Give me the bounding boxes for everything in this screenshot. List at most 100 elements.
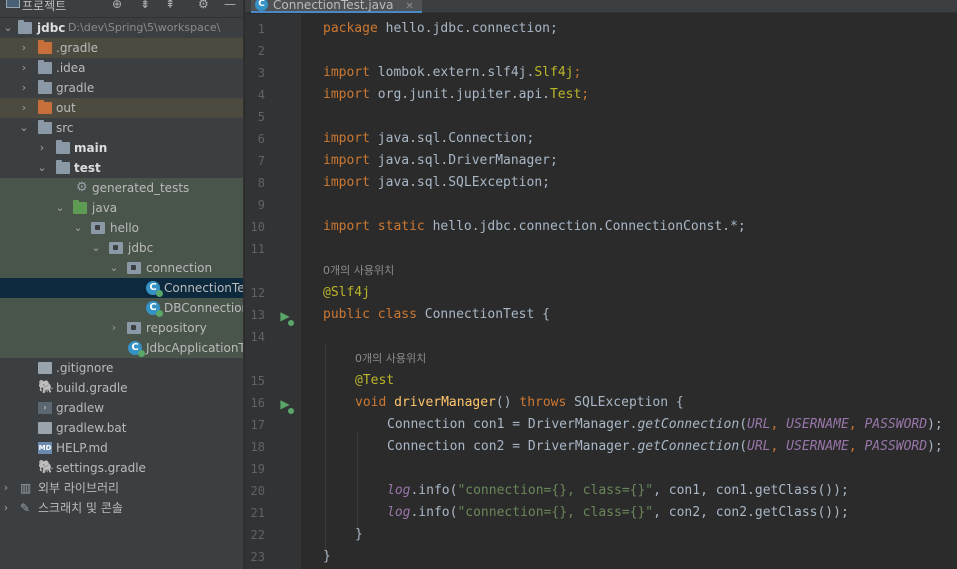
tree-item-help-md[interactable]: MD HELP.md (0, 438, 243, 458)
usage-hint[interactable]: 0개의 사용위치 (323, 260, 394, 282)
batch-file-icon (38, 422, 52, 434)
chevron-right-icon[interactable]: › (108, 318, 120, 338)
chevron-down-icon[interactable]: ⌄ (54, 198, 66, 218)
tree-label: repository (146, 321, 207, 335)
tree-item-gitignore[interactable]: .gitignore (0, 358, 243, 378)
editor-gutter[interactable]: 1 2 3 4 5 6 7 8 9 10 11 12 13 14 15 16 1… (245, 14, 321, 569)
tree-item-java[interactable]: ⌄ java (0, 198, 243, 218)
gradle-elephant-icon: 🐘 (38, 380, 55, 395)
tree-item-src[interactable]: ⌄ src (0, 118, 243, 138)
collapse-icon[interactable]: ⇞ (165, 0, 175, 10)
semicolon: ; (581, 87, 590, 102)
tree-item-jdbc-application-test[interactable]: C JdbcApplicationTe (0, 338, 243, 358)
tree-item-gradlew-bat[interactable]: gradlew.bat (0, 418, 243, 438)
run-test-icon[interactable]: ▶ (278, 397, 294, 414)
tree-item-repository[interactable]: › repository (0, 318, 243, 338)
line-number: 8 (257, 176, 265, 190)
chevron-down-icon[interactable]: ⌄ (72, 218, 84, 238)
closing-brace: } (323, 549, 331, 564)
java-class-icon: C (128, 341, 145, 357)
tree-item-connection-test[interactable]: C ConnectionTes (0, 278, 243, 298)
project-panel: 프로젝트 ⊕ ⇟ ⇞ ⚙ — ⌄ jdbc D:\dev\Spring\5\wo… (0, 0, 244, 569)
tree-item-connection-package[interactable]: ⌄ connection (0, 258, 243, 278)
chevron-right-icon[interactable]: › (18, 38, 30, 58)
java-class-icon: C (146, 301, 163, 317)
tree-item-hello[interactable]: ⌄ hello (0, 218, 243, 238)
chevron-right-icon[interactable]: › (18, 58, 30, 78)
code-line-16: void driverManager() throws SQLException… (355, 392, 684, 414)
constant: PASSWORD (864, 417, 928, 432)
tree-label: settings.gradle (56, 461, 146, 475)
chevron-down-icon[interactable]: ⌄ (18, 118, 30, 138)
minimize-icon[interactable]: — (224, 0, 236, 10)
code-text: java.sql.Connection; (369, 131, 535, 146)
ignore-file-icon (38, 362, 52, 374)
tree-item-jdbc-root[interactable]: ⌄ jdbc D:\dev\Spring\5\workspace\ (0, 18, 243, 38)
excluded-folder-icon (38, 40, 52, 54)
tree-label: main (74, 141, 108, 155)
chevron-right-icon[interactable]: › (18, 98, 30, 118)
tree-item-idea[interactable]: › .idea (0, 58, 243, 78)
tree-item-main[interactable]: › main (0, 138, 243, 158)
chevron-down-icon[interactable]: ⌄ (2, 18, 14, 38)
code-text: () (495, 395, 512, 410)
tree-item-test[interactable]: ⌄ test (0, 158, 243, 178)
static-method: getConnection (637, 417, 740, 432)
code-line-4: import org.junit.jupiter.api.Test; (323, 84, 589, 106)
keyword: throws (511, 395, 567, 410)
locate-icon[interactable]: ⊕ (112, 0, 122, 10)
tree-item-gradle[interactable]: › gradle (0, 78, 243, 98)
project-tree: ⌄ jdbc D:\dev\Spring\5\workspace\ › .gra… (0, 18, 243, 518)
package-icon (109, 242, 123, 254)
code-text: java.sql.DriverManager; (369, 153, 558, 168)
line-number: 10 (250, 220, 265, 234)
keyword: static (369, 219, 425, 234)
code-text: ConnectionTest { (416, 307, 550, 322)
chevron-down-icon[interactable]: ⌄ (90, 238, 102, 258)
line-number: 6 (257, 132, 265, 146)
annotation: @Test (355, 373, 395, 388)
gradle-elephant-icon: 🐘 (38, 460, 55, 475)
tree-item-gradlew[interactable]: › gradlew (0, 398, 243, 418)
tab-connection-test[interactable]: C ConnectionTest.java ✕ (251, 0, 422, 13)
gear-icon[interactable]: ⚙ (198, 0, 209, 10)
tree-label: build.gradle (56, 381, 128, 395)
code-text: lombok.extern.slf4j. (369, 65, 535, 80)
chevron-right-icon[interactable]: › (0, 478, 12, 498)
tree-item-generated-tests[interactable]: ⚙ generated_tests (0, 178, 243, 198)
tree-item-settings-gradle[interactable]: 🐘 settings.gradle (0, 458, 243, 478)
chevron-down-icon[interactable]: ⌄ (36, 158, 48, 178)
code-text: ( (739, 439, 748, 454)
expand-icon[interactable]: ⇟ (140, 0, 150, 10)
project-panel-title[interactable]: 프로젝트 (22, 0, 66, 12)
tree-item-out[interactable]: › out (0, 98, 243, 118)
tree-item-db-connection[interactable]: C DBConnection (0, 298, 243, 318)
code-line-12: @Slf4j (323, 282, 370, 304)
tree-label: test (74, 161, 101, 175)
comma: , (848, 417, 865, 432)
tree-label: gradlew.bat (56, 421, 127, 435)
tree-item-build-gradle[interactable]: 🐘 build.gradle (0, 378, 243, 398)
code-line-23: } (323, 546, 331, 568)
usage-hint[interactable]: 0개의 사용위치 (355, 348, 426, 370)
code-line-22: } (355, 524, 363, 546)
chevron-right-icon[interactable]: › (18, 78, 30, 98)
tree-item-scratches[interactable]: › ✎ 스크래치 및 콘솔 (0, 498, 243, 518)
chevron-down-icon[interactable]: ⌄ (108, 258, 120, 278)
tree-label: src (56, 121, 74, 135)
code-line-10: import static hello.jdbc.connection.Conn… (323, 216, 746, 238)
chevron-right-icon[interactable]: › (36, 138, 48, 158)
tree-item-gradle-cache[interactable]: › .gradle (0, 38, 243, 58)
tree-item-jdbc-package[interactable]: ⌄ jdbc (0, 238, 243, 258)
close-icon[interactable]: ✕ (405, 1, 413, 12)
chevron-right-icon[interactable]: › (0, 498, 12, 518)
line-number: 5 (257, 110, 265, 124)
run-class-icon[interactable]: ▶ (278, 309, 294, 326)
code-editor[interactable]: package hello.jdbc.connection; import lo… (301, 14, 957, 569)
tree-item-external-libraries[interactable]: › ▥ 외부 라이브러리 (0, 478, 243, 498)
line-number: 4 (257, 88, 265, 102)
code-text: , con2, con2.getClass()); (653, 505, 849, 520)
tree-label: 외부 라이브러리 (38, 481, 120, 495)
line-number: 9 (257, 198, 265, 212)
tree-label: gradle (56, 81, 95, 95)
